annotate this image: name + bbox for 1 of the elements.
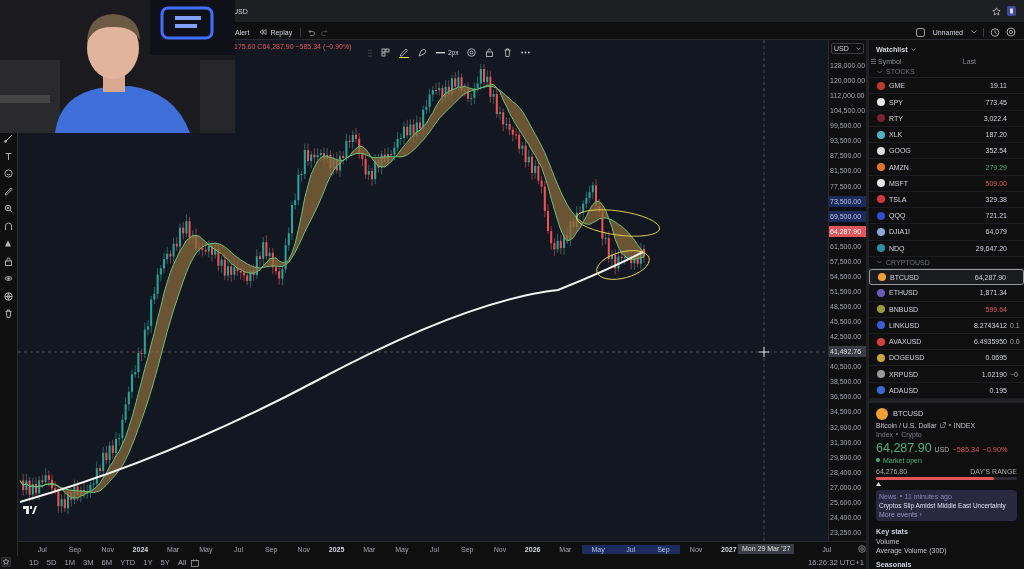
price-value: 64,287.90	[876, 440, 932, 455]
